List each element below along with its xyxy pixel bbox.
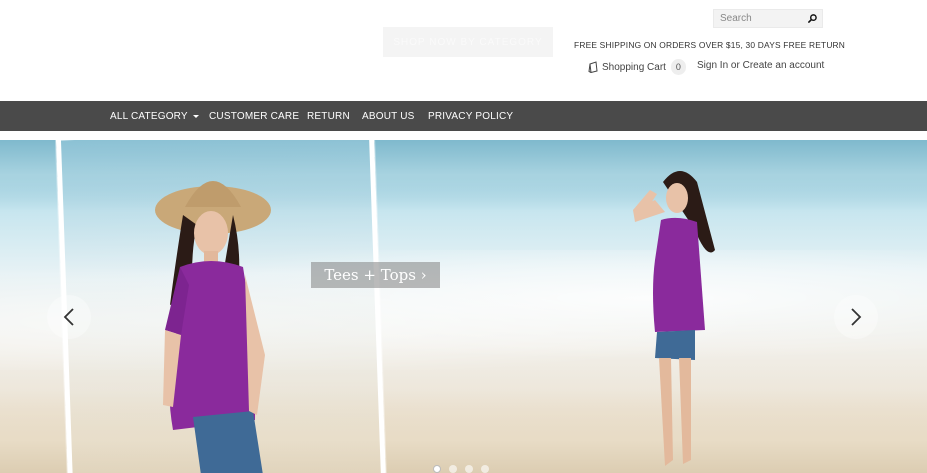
- chevron-right-icon: [851, 308, 862, 326]
- model-with-hat-image: [155, 181, 271, 473]
- nav-item-label: RETURN: [307, 110, 350, 122]
- caret-down-icon: [192, 114, 199, 118]
- account-links: Sign In or Create an account: [697, 60, 824, 71]
- search-bar: [713, 9, 823, 28]
- shopping-cart-link[interactable]: Shopping Cart 0: [588, 58, 686, 76]
- cart-count-badge: 0: [670, 59, 686, 75]
- promo-box-text: SHOP NOW BY CATEGORY: [393, 36, 543, 48]
- nav-item-about-us[interactable]: ABOUT US: [362, 101, 415, 131]
- nav-item-customer-care[interactable]: CUSTOMER CARE: [209, 101, 299, 131]
- search-icon: [807, 14, 817, 23]
- tees-tops-banner-link[interactable]: Tees + Tops ›: [311, 262, 440, 288]
- slider-dot[interactable]: [449, 465, 457, 473]
- nav-item-label: PRIVACY POLICY: [428, 110, 514, 122]
- slider-dot[interactable]: [481, 465, 489, 473]
- nav-item-label: ALL CATEGORY: [110, 110, 188, 122]
- account-separator: or: [730, 60, 743, 71]
- hero-slider: Tees + Tops ›: [0, 140, 927, 473]
- promo-box[interactable]: SHOP NOW BY CATEGORY: [383, 27, 553, 57]
- site-header: SHOP NOW BY CATEGORY FREE SHIPPING ON OR…: [0, 0, 927, 101]
- slider-prev-button[interactable]: [47, 295, 91, 339]
- slider-dot[interactable]: [465, 465, 473, 473]
- slider-dot[interactable]: [433, 465, 441, 473]
- slider-dots: [433, 465, 497, 473]
- main-nav: ALL CATEGORY CUSTOMER CARE RETURN ABOUT …: [0, 101, 927, 131]
- shipping-notice: FREE SHIPPING ON ORDERS OVER $15, 30 DAY…: [574, 40, 846, 50]
- shopping-bag-icon: [588, 61, 598, 73]
- search-button[interactable]: [802, 10, 822, 27]
- search-input[interactable]: [714, 10, 802, 27]
- nav-item-privacy-policy[interactable]: PRIVACY POLICY: [428, 101, 513, 131]
- create-account-link[interactable]: Create an account: [743, 60, 825, 71]
- nav-item-label: CUSTOMER CARE: [209, 110, 300, 122]
- slider-next-button[interactable]: [834, 295, 878, 339]
- nav-item-all-category[interactable]: ALL CATEGORY: [110, 101, 199, 131]
- chevron-left-icon: [63, 308, 74, 326]
- shopping-cart-label: Shopping Cart: [602, 61, 666, 73]
- nav-item-label: ABOUT US: [362, 110, 415, 122]
- sign-in-link[interactable]: Sign In: [697, 60, 728, 71]
- model-in-surf-image: [633, 171, 715, 466]
- nav-item-return[interactable]: RETURN: [307, 101, 350, 131]
